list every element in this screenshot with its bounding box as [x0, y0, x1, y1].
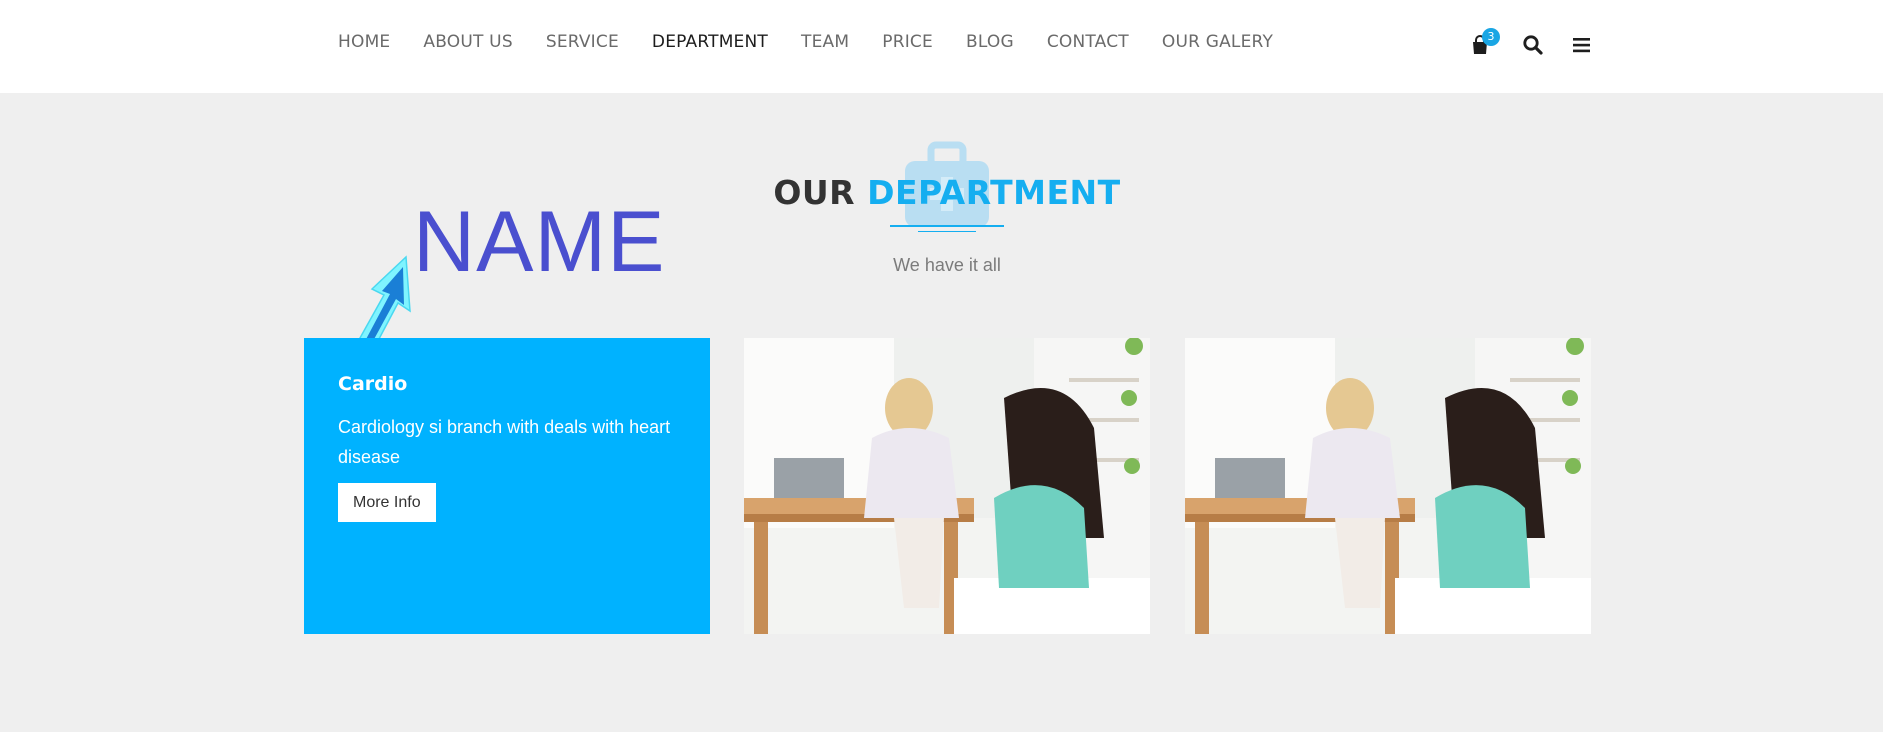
department-card-image[interactable] [1185, 338, 1591, 634]
doctor-consultation-photo [1185, 338, 1591, 634]
nav-menu: HOME ABOUT US SERVICE DEPARTMENT TEAM PR… [338, 32, 1306, 52]
section-heading: OUR DEPARTMENT [0, 173, 1883, 212]
department-card-image[interactable] [744, 338, 1150, 634]
heading-divider [890, 225, 1004, 227]
menu-icon [1573, 38, 1590, 53]
nav-item-service[interactable]: SERVICE [546, 32, 619, 52]
department-section: OUR DEPARTMENT We have it all NAME Cardi… [0, 93, 1883, 732]
nav-icons: 3 [1470, 28, 1622, 58]
nav-item-our-galery[interactable]: OUR GALERY [1162, 32, 1273, 52]
section-subheading: We have it all [893, 255, 1001, 275]
top-navbar: HOME ABOUT US SERVICE DEPARTMENT TEAM PR… [0, 0, 1883, 93]
department-card-cardio: Cardio Cardiology si branch with deals w… [304, 338, 710, 634]
card-title: Cardio [338, 373, 408, 395]
nav-item-blog[interactable]: BLOG [966, 32, 1014, 52]
nav-item-price[interactable]: PRICE [882, 32, 933, 52]
card-description: Cardiology si branch with deals with hea… [338, 417, 671, 467]
heading-accent: DEPARTMENT [867, 173, 1121, 212]
heading-plain: OUR [773, 173, 856, 212]
nav-item-contact[interactable]: CONTACT [1047, 32, 1129, 52]
nav-item-about-us[interactable]: ABOUT US [423, 32, 512, 52]
more-info-button[interactable]: More Info [338, 483, 436, 522]
heading-divider-short [918, 231, 976, 232]
search-button[interactable] [1522, 34, 1546, 58]
doctor-consultation-photo [744, 338, 1150, 634]
menu-button[interactable] [1572, 34, 1596, 58]
cart-count-badge: 3 [1482, 28, 1500, 46]
search-icon [1523, 35, 1543, 55]
annotation-label: NAME [413, 194, 666, 290]
nav-item-department[interactable]: DEPARTMENT [652, 32, 768, 52]
nav-item-team[interactable]: TEAM [801, 32, 849, 52]
nav-item-home[interactable]: HOME [338, 32, 390, 52]
cart-button[interactable]: 3 [1470, 28, 1500, 57]
